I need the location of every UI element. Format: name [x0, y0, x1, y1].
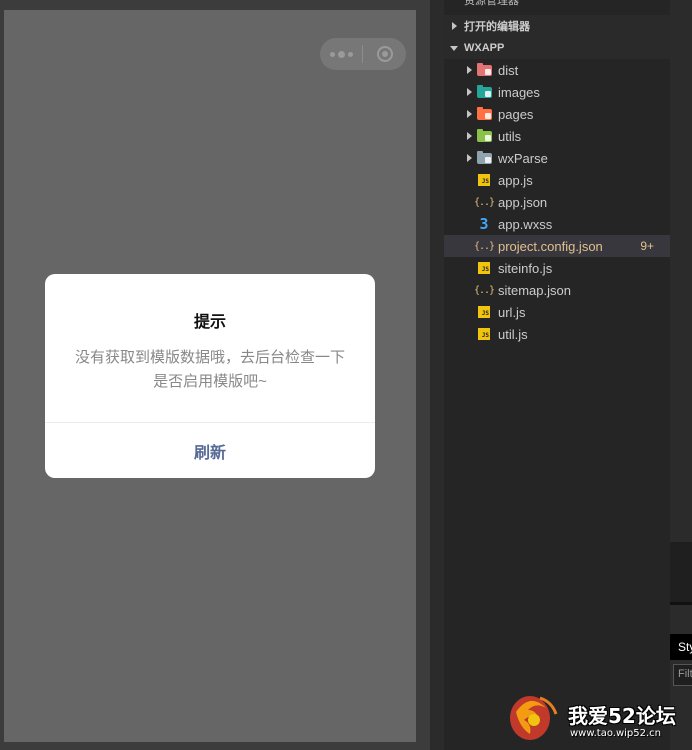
- folder-pages-icon: [476, 106, 492, 121]
- json-file-icon: {..}: [473, 240, 495, 252]
- file-label: sitemap.json: [498, 282, 571, 298]
- chevron-right-icon: [462, 88, 476, 96]
- refresh-button[interactable]: 刷新: [45, 423, 375, 478]
- folder-icon: [476, 150, 492, 165]
- json-file-icon: {..}: [473, 196, 495, 208]
- json-file-icon: {..}: [473, 284, 495, 296]
- file-label: app.js: [498, 172, 533, 188]
- js-file-icon: JS: [476, 173, 492, 187]
- file-label: util.js: [498, 326, 528, 342]
- watermark-url: www.tao.wip52.cn: [570, 728, 662, 739]
- file-explorer: 资源管理器 打开的编辑器 WXAPP dist images pages utils w…: [444, 0, 670, 750]
- chevron-right-icon: [444, 22, 464, 30]
- file-item[interactable]: 3 app.wxss: [444, 213, 670, 235]
- css-file-icon: 3: [479, 215, 489, 233]
- chevron-right-icon: [462, 66, 476, 74]
- folder-label: utils: [498, 128, 522, 144]
- devtools-toolbar: [670, 542, 692, 602]
- file-label: siteinfo.js: [498, 260, 553, 276]
- file-label: app.wxss: [498, 216, 553, 232]
- tab-styles[interactable]: Sty: [670, 634, 692, 660]
- folder-label: images: [498, 84, 540, 100]
- filter-input[interactable]: Filt: [673, 664, 692, 686]
- folder-item-utils[interactable]: utils: [444, 125, 670, 147]
- watermark: 我爱52论坛 www.tao.wip52.cn: [506, 688, 692, 750]
- file-item[interactable]: {..} sitemap.json: [444, 279, 670, 301]
- capsule-menu[interactable]: [320, 38, 406, 70]
- modal-title: 提示: [193, 314, 226, 331]
- file-item[interactable]: {..} app.json: [444, 191, 670, 213]
- folder-dist-icon: [476, 62, 492, 77]
- folder-label: dist: [498, 62, 519, 78]
- folder-item-pages[interactable]: pages: [444, 103, 670, 125]
- explorer-header: 资源管理器: [464, 0, 519, 7]
- js-file-icon: JS: [476, 305, 492, 319]
- close-circle-icon: [376, 46, 393, 62]
- chevron-down-icon: [444, 45, 464, 51]
- file-item[interactable]: JS url.js: [444, 301, 670, 323]
- folder-item-images[interactable]: images: [444, 81, 670, 103]
- chevron-right-icon: [462, 132, 476, 140]
- file-item[interactable]: JS app.js: [444, 169, 670, 191]
- js-file-icon: JS: [476, 261, 492, 275]
- folder-item-dist[interactable]: dist: [444, 59, 670, 81]
- more-icon[interactable]: [320, 50, 362, 58]
- file-item[interactable]: JS util.js: [444, 323, 670, 345]
- devtools-divider: [670, 602, 692, 605]
- file-label: project.config.json: [498, 238, 603, 254]
- folder-label: wxParse: [498, 150, 548, 166]
- phone-screen: 提示 没有获取到模版数据哦，去后台检查一下是否启用模版吧~ 刷新: [4, 10, 416, 742]
- close-mini-program-button[interactable]: [363, 46, 406, 62]
- folder-images-icon: [476, 84, 492, 99]
- alert-modal: 提示 没有获取到模版数据哦，去后台检查一下是否启用模版吧~ 刷新: [45, 274, 375, 478]
- watermark-text: 我爱52论坛: [568, 704, 676, 728]
- section-label: WXAPP: [464, 42, 505, 54]
- chevron-right-icon: [462, 110, 476, 118]
- simulator-panel: 提示 没有获取到模版数据哦，去后台检查一下是否启用模版吧~ 刷新: [0, 0, 430, 750]
- folder-item-wxparse[interactable]: wxParse: [444, 147, 670, 169]
- panel-splitter[interactable]: [430, 0, 444, 750]
- file-label: app.json: [498, 194, 548, 210]
- file-item[interactable]: {..} project.config.json 9+: [444, 235, 670, 257]
- chevron-right-icon: [462, 154, 476, 162]
- watermark-logo-icon: [510, 696, 558, 740]
- modal-content: 没有获取到模版数据哦，去后台检查一下是否启用模版吧~: [74, 349, 345, 390]
- file-item[interactable]: JS siteinfo.js: [444, 257, 670, 279]
- problem-count-badge: 9+: [640, 239, 654, 253]
- section-label: 打开的编辑器: [464, 21, 530, 33]
- folder-utils-icon: [476, 128, 492, 143]
- file-label: url.js: [498, 304, 526, 320]
- folder-label: pages: [498, 106, 534, 122]
- project-section[interactable]: WXAPP: [444, 37, 670, 59]
- open-editors-section[interactable]: 打开的编辑器: [444, 15, 670, 37]
- js-file-icon: JS: [476, 327, 492, 341]
